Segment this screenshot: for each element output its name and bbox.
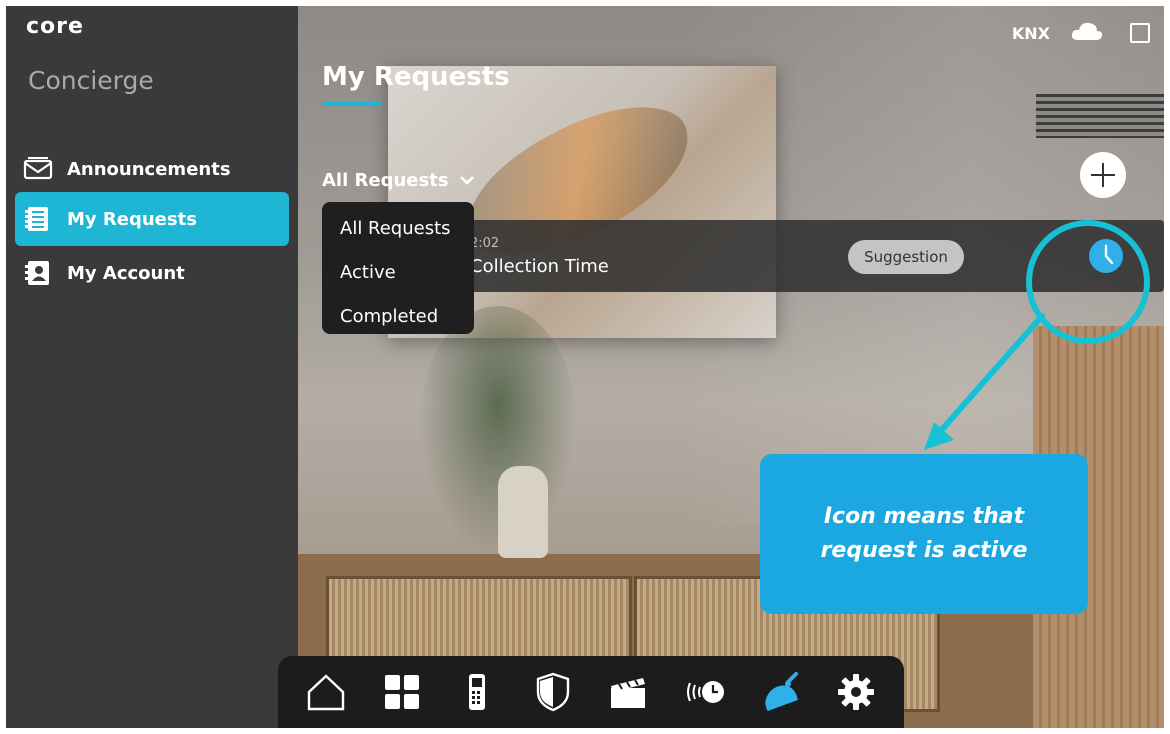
grid-icon[interactable] [378, 668, 426, 716]
sidebar-item-my-account[interactable]: My Account [15, 246, 289, 300]
request-time: 2:02 [470, 236, 500, 251]
home-icon[interactable] [302, 668, 350, 716]
settings-icon[interactable] [832, 668, 880, 716]
sidebar-item-label: Announcements [67, 158, 231, 180]
device-icon[interactable] [1130, 23, 1150, 43]
contact-card-icon [23, 260, 53, 286]
status-bar: KNX [1012, 20, 1150, 46]
list-icon [23, 206, 53, 232]
sidebar-item-label: My Account [67, 262, 185, 284]
envelope-icon [23, 156, 53, 182]
filter-selected: All Requests [322, 170, 449, 191]
add-request-button[interactable] [1080, 152, 1126, 198]
sidebar-item-label: My Requests [67, 208, 197, 230]
callout-text: Icon means that request is active [820, 504, 1028, 563]
sidebar-item-my-requests[interactable]: My Requests [15, 192, 289, 246]
cloud-icon [1070, 20, 1104, 46]
page-title: My Requests [322, 62, 510, 92]
sidebar: core Concierge Announcements My Requests… [6, 6, 298, 728]
request-name: Collection Time [470, 256, 609, 277]
intercom-icon[interactable] [453, 668, 501, 716]
clapperboard-icon[interactable] [605, 668, 653, 716]
plus-icon [1091, 163, 1115, 187]
filter-option-completed[interactable]: Completed [340, 306, 438, 327]
sidebar-item-announcements[interactable]: Announcements [15, 142, 289, 196]
main-area: My Requests KNX All Requests 2:02 Collec… [298, 6, 1164, 728]
shield-icon[interactable] [529, 668, 577, 716]
background-vent [1036, 94, 1164, 138]
callout-box: Icon means that request is active [760, 454, 1088, 614]
callout-highlight-circle [1026, 220, 1150, 344]
app-window: core Concierge Announcements My Requests… [6, 6, 1164, 728]
filter-dropdown[interactable]: All Requests [322, 170, 475, 191]
filter-option-active[interactable]: Active [340, 262, 396, 283]
schedule-icon[interactable] [681, 668, 729, 716]
bottom-dock [278, 656, 904, 728]
section-title: Concierge [28, 66, 154, 95]
core-logo: core [26, 14, 84, 39]
filter-menu: All Requests Active Completed [322, 202, 474, 334]
title-underline [322, 102, 382, 106]
background-vase [498, 466, 548, 558]
chevron-down-icon [459, 170, 475, 191]
filter-option-all[interactable]: All Requests [340, 218, 451, 239]
concierge-bell-icon[interactable] [756, 668, 804, 716]
request-type-badge: Suggestion [848, 240, 964, 274]
knx-status: KNX [1011, 23, 1050, 43]
